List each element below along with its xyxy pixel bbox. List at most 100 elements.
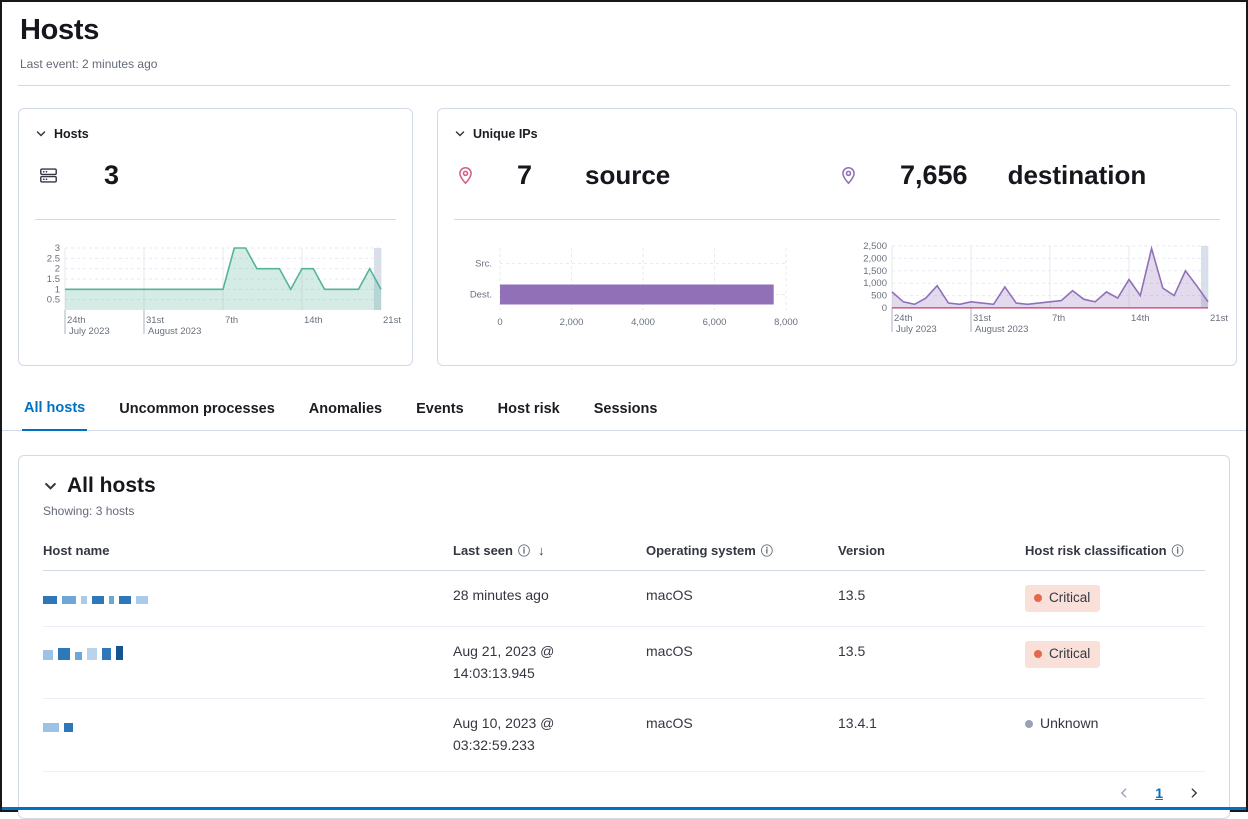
page-title: Hosts <box>20 14 1228 47</box>
version-cell: 13.4.1 <box>838 699 1025 770</box>
svg-text:500: 500 <box>871 291 887 302</box>
column-version: Version <box>838 532 1025 570</box>
hosts-tab-bar: All hosts Uncommon processes Anomalies E… <box>2 394 1246 431</box>
last-seen-cell: 28 minutes ago <box>453 571 646 626</box>
svg-text:7th: 7th <box>225 315 238 326</box>
os-cell: macOS <box>646 627 838 698</box>
tab-anomalies[interactable]: Anomalies <box>307 394 384 430</box>
critical-dot-icon <box>1034 594 1042 602</box>
svg-text:24th: 24th <box>894 313 913 324</box>
hosts-kpi-title: Hosts <box>54 127 89 141</box>
storage-icon <box>39 166 58 185</box>
unique-ips-area-chart: 2,5002,0001,5001,000500024thJuly 202331s… <box>852 240 1220 344</box>
unique-ips-kpi-panel: Unique IPs 7 source <box>437 108 1237 366</box>
hosts-count: 3 <box>104 160 119 191</box>
svg-text:0: 0 <box>882 303 887 314</box>
tab-uncommon-processes[interactable]: Uncommon processes <box>117 394 277 430</box>
svg-text:8,000: 8,000 <box>774 317 798 328</box>
page-number-1[interactable]: 1 <box>1155 785 1163 801</box>
destination-label: destination <box>1008 160 1147 191</box>
table-header-row: Host name Last seen ⓘ ↓ Operating system… <box>43 532 1205 571</box>
destination-ips-count: 7,656 <box>900 160 968 191</box>
table-row: Aug 21, 2023 @ 14:03:13.945 macOS 13.5 C… <box>43 627 1205 699</box>
unique-ips-kpi-title: Unique IPs <box>473 127 538 141</box>
hosts-area-chart: 32.521.510.524thJuly 202331stAugust 2023… <box>35 242 395 346</box>
svg-text:Src.: Src. <box>475 259 492 270</box>
chevron-down-icon[interactable] <box>35 128 47 140</box>
os-cell: macOS <box>646 571 838 626</box>
svg-text:14th: 14th <box>304 315 323 326</box>
svg-text:7th: 7th <box>1052 313 1065 324</box>
source-ips-count: 7 <box>517 160 545 191</box>
svg-text:14th: 14th <box>1131 313 1150 324</box>
svg-text:2,500: 2,500 <box>863 241 887 252</box>
risk-cell: Critical <box>1025 627 1205 698</box>
column-host-name: Host name <box>43 532 453 570</box>
last-seen-cell: Aug 10, 2023 @ 03:32:59.233 <box>453 699 646 770</box>
svg-text:2,000: 2,000 <box>560 317 584 328</box>
column-operating-system[interactable]: Operating system ⓘ <box>646 532 838 570</box>
all-hosts-panel: All hosts Showing: 3 hosts Host name Las… <box>18 455 1230 819</box>
os-cell: macOS <box>646 699 838 770</box>
page-header: Hosts Last event: 2 minutes ago <box>2 2 1246 71</box>
info-icon[interactable]: ⓘ <box>761 542 773 559</box>
sort-descending-icon[interactable]: ↓ <box>538 543 545 558</box>
panel-divider <box>454 219 1220 220</box>
kpi-row: Hosts 3 32.521.510.524thJuly 202331stAug… <box>2 108 1246 366</box>
risk-badge-critical: Critical <box>1025 585 1100 612</box>
version-cell: 13.5 <box>838 627 1025 698</box>
svg-text:Dest.: Dest. <box>470 290 492 301</box>
svg-text:31st: 31st <box>973 313 991 324</box>
svg-text:21st: 21st <box>383 315 401 326</box>
host-name-link-redacted[interactable] <box>43 589 441 604</box>
host-name-link-redacted[interactable] <box>43 645 441 660</box>
bottom-accent-bar <box>2 807 1246 810</box>
svg-text:6,000: 6,000 <box>703 317 727 328</box>
column-last-seen[interactable]: Last seen ⓘ ↓ <box>453 532 646 570</box>
last-event-text: Last event: 2 minutes ago <box>20 57 1228 71</box>
svg-text:July 2023: July 2023 <box>896 324 937 335</box>
next-page-button[interactable] <box>1185 784 1203 802</box>
svg-text:0: 0 <box>497 317 502 328</box>
chevron-down-icon[interactable] <box>454 128 466 140</box>
version-cell: 13.5 <box>838 571 1025 626</box>
info-icon[interactable]: ⓘ <box>518 542 530 559</box>
map-pin-destination-icon <box>839 166 858 185</box>
tab-sessions[interactable]: Sessions <box>592 394 660 430</box>
svg-text:0.5: 0.5 <box>47 295 60 306</box>
column-host-risk-classification[interactable]: Host risk classification ⓘ <box>1025 532 1205 570</box>
risk-cell: Unknown <box>1025 699 1205 770</box>
svg-text:July 2023: July 2023 <box>69 326 110 337</box>
table-row: 28 minutes ago macOS 13.5 Critical <box>43 571 1205 627</box>
critical-dot-icon <box>1034 650 1042 658</box>
host-name-link-redacted[interactable] <box>43 717 441 732</box>
tab-host-risk[interactable]: Host risk <box>496 394 562 430</box>
unknown-dot-icon <box>1025 720 1033 728</box>
header-divider <box>18 85 1230 86</box>
showing-count: Showing: 3 hosts <box>43 504 1205 518</box>
svg-text:21st: 21st <box>1210 313 1228 324</box>
svg-text:1,000: 1,000 <box>863 278 887 289</box>
unique-ips-bar-chart: 0 2,000 4,000 6,000 8,000 Src. Dest. <box>454 240 802 344</box>
previous-page-button[interactable] <box>1115 784 1133 802</box>
pagination: 1 <box>43 772 1205 806</box>
svg-text:August 2023: August 2023 <box>148 326 201 337</box>
svg-text:August 2023: August 2023 <box>975 324 1028 335</box>
map-pin-source-icon <box>456 166 475 185</box>
chevron-down-icon[interactable] <box>43 479 58 494</box>
svg-text:31st: 31st <box>146 315 164 326</box>
tab-all-hosts[interactable]: All hosts <box>22 394 87 431</box>
risk-badge-critical: Critical <box>1025 641 1100 668</box>
tab-events[interactable]: Events <box>414 394 466 430</box>
info-icon[interactable]: ⓘ <box>1172 542 1184 559</box>
panel-divider <box>35 219 396 220</box>
source-label: source <box>585 160 670 191</box>
svg-text:24th: 24th <box>67 315 86 326</box>
source-ips-metric: 7 source <box>454 160 837 191</box>
all-hosts-title: All hosts <box>67 474 156 498</box>
risk-cell: Critical <box>1025 571 1205 626</box>
svg-text:4,000: 4,000 <box>631 317 655 328</box>
svg-text:1,500: 1,500 <box>863 266 887 277</box>
table-row: Aug 10, 2023 @ 03:32:59.233 macOS 13.4.1… <box>43 699 1205 771</box>
destination-ips-metric: 7,656 destination <box>837 160 1220 191</box>
